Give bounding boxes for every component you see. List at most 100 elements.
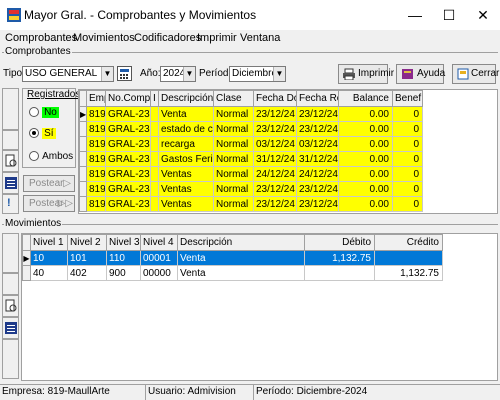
menu-ventana[interactable]: Ventana (240, 32, 280, 44)
table-cell: 23/12/24 (253, 196, 297, 212)
status-usuario: Usuario: Admivision (146, 384, 254, 400)
table-row[interactable]: 819GRAL-236Gastos Feria fisNormal31/12/2… (79, 151, 423, 167)
postear-button[interactable]: Postear ▷ (23, 175, 75, 192)
table-cell: Venta (177, 250, 305, 266)
column-header[interactable]: Descripción (158, 90, 214, 107)
row-indicator (79, 166, 87, 182)
table-cell: Normal (213, 166, 254, 182)
radio-si-label: Sí (42, 128, 56, 139)
table-row[interactable]: 819GRAL-238estado de cuerNormal23/12/242… (79, 121, 423, 137)
ayuda-button[interactable]: Ayuda (396, 64, 445, 87)
imprimir-button[interactable]: Imprimir (338, 64, 394, 84)
column-header[interactable]: Nivel 3 (106, 234, 141, 251)
table-row[interactable]: 40 402 900 00000 Venta 1,132.75 (22, 265, 443, 281)
minimize-button[interactable]: — (398, 0, 432, 30)
menu-codificadores[interactable]: Codificadores (134, 32, 201, 44)
radio-selected-icon (29, 128, 39, 139)
table-row[interactable]: 819GRAL-233VentasNormal23/12/2423/12/240… (79, 196, 423, 212)
table-row[interactable]: 819GRAL-237recargaNormal03/12/2403/12/24… (79, 136, 423, 152)
column-header[interactable]: Emp (86, 90, 106, 107)
tipo-select[interactable]: USO GENERAL ▼ (22, 66, 114, 82)
table-cell: 10 (30, 250, 68, 266)
table-cell: 0 (392, 181, 423, 197)
table-cell: 0.00 (338, 181, 393, 197)
periodo-select[interactable]: Diciembre ▼ (229, 66, 286, 82)
column-header[interactable]: Fecha Reg (296, 90, 339, 107)
radio-icon (29, 107, 39, 118)
radio-no[interactable]: No (29, 106, 59, 118)
anio-select[interactable]: 2024 ▼ (160, 66, 196, 82)
table-cell (150, 166, 159, 182)
table-cell: 24/12/24 (296, 166, 339, 182)
table-cell: 1,132.75 (304, 250, 375, 266)
table-cell: 819 (86, 181, 106, 197)
column-header[interactable]: Clase (213, 90, 254, 107)
comprobantes-group-label: Comprobantes (4, 46, 72, 57)
side-slot (2, 150, 19, 172)
column-header[interactable]: Balance (338, 90, 393, 107)
column-header[interactable]: No.Comp. (105, 90, 151, 107)
table-cell (150, 196, 159, 212)
comprobantes-grid[interactable]: Emp No.Comp. I Descripción Clase Fecha D… (78, 89, 498, 214)
column-header[interactable]: Nivel 2 (67, 234, 107, 251)
radio-no-label: No (42, 107, 59, 118)
table-cell: 24/12/24 (253, 166, 297, 182)
postear-all-button[interactable]: Postear ▷▷ (23, 195, 75, 212)
periodo-value: Diciembre (232, 68, 278, 79)
close-window-button[interactable]: ✕ (466, 0, 500, 30)
column-header[interactable]: Nivel 4 (140, 234, 178, 251)
table-cell: GRAL-233 (105, 196, 151, 212)
radio-ambos[interactable]: Ambos (29, 150, 73, 162)
column-header[interactable]: Nivel 1 (30, 234, 68, 251)
row-indicator (79, 136, 87, 152)
menu-movimientos[interactable]: Movimientos (73, 32, 135, 44)
table-row[interactable]: ▶819GRAL-239VentaNormal23/12/2423/12/240… (79, 106, 423, 122)
table-row[interactable]: 819GRAL-234VentasNormal23/12/2423/12/240… (79, 181, 423, 197)
maximize-button[interactable]: ☐ (432, 0, 466, 30)
side-slot (2, 273, 19, 295)
column-header[interactable]: Fecha Doc (253, 90, 297, 107)
table-cell: 819 (86, 151, 106, 167)
side-slot (2, 88, 19, 130)
table-cell: Ventas (158, 181, 214, 197)
table-cell: GRAL-237 (105, 136, 151, 152)
side-slot: ! (2, 194, 19, 214)
table-cell: Normal (213, 196, 254, 212)
table-cell: 0 (392, 121, 423, 137)
movimientos-grid[interactable]: Nivel 1 Nivel 2 Nivel 3 Nivel 4 Descripc… (21, 233, 498, 381)
table-row[interactable]: 819GRAL-235VentasNormal24/12/2424/12/240… (79, 166, 423, 182)
chevron-down-icon: ▼ (183, 67, 195, 81)
help-book-icon (401, 68, 414, 87)
document-search-icon[interactable] (5, 154, 17, 171)
table-cell: 00000 (140, 265, 178, 281)
menu-comprobantes[interactable]: Comprobantes (5, 32, 77, 44)
table-cell: 0 (392, 136, 423, 152)
menu-imprimir[interactable]: Imprimir (197, 32, 237, 44)
column-header[interactable]: Crédito (374, 234, 443, 251)
table-cell: 23/12/24 (253, 121, 297, 137)
table-cell: 402 (67, 265, 107, 281)
window-title: Mayor Gral. - Comprobantes y Movimientos (24, 8, 257, 22)
anio-label: Año: (140, 68, 161, 79)
radio-si[interactable]: Sí (29, 127, 56, 139)
column-header[interactable]: Débito (304, 234, 375, 251)
list-icon[interactable] (5, 322, 17, 337)
table-row[interactable]: ▶ 10 101 110 00001 Venta 1,132.75 (22, 250, 443, 266)
side-slot (2, 339, 19, 379)
cerrar-button[interactable]: Cerrar (452, 64, 499, 84)
table-cell (150, 151, 159, 167)
table-cell (304, 265, 375, 281)
side-slot (2, 172, 19, 194)
current-row-indicator-icon: ▶ (79, 106, 87, 122)
list-icon[interactable] (5, 177, 17, 192)
row-indicator (79, 151, 87, 167)
table-cell: 819 (86, 166, 106, 182)
calculator-icon[interactable] (117, 66, 132, 81)
info-icon[interactable]: ! (7, 197, 11, 209)
column-header[interactable]: Benef. (392, 90, 423, 107)
app-icon (6, 7, 22, 23)
column-header[interactable]: I (150, 90, 159, 107)
side-slot (2, 295, 19, 317)
document-search-icon[interactable] (5, 299, 17, 316)
column-header[interactable]: Descripción (177, 234, 305, 251)
